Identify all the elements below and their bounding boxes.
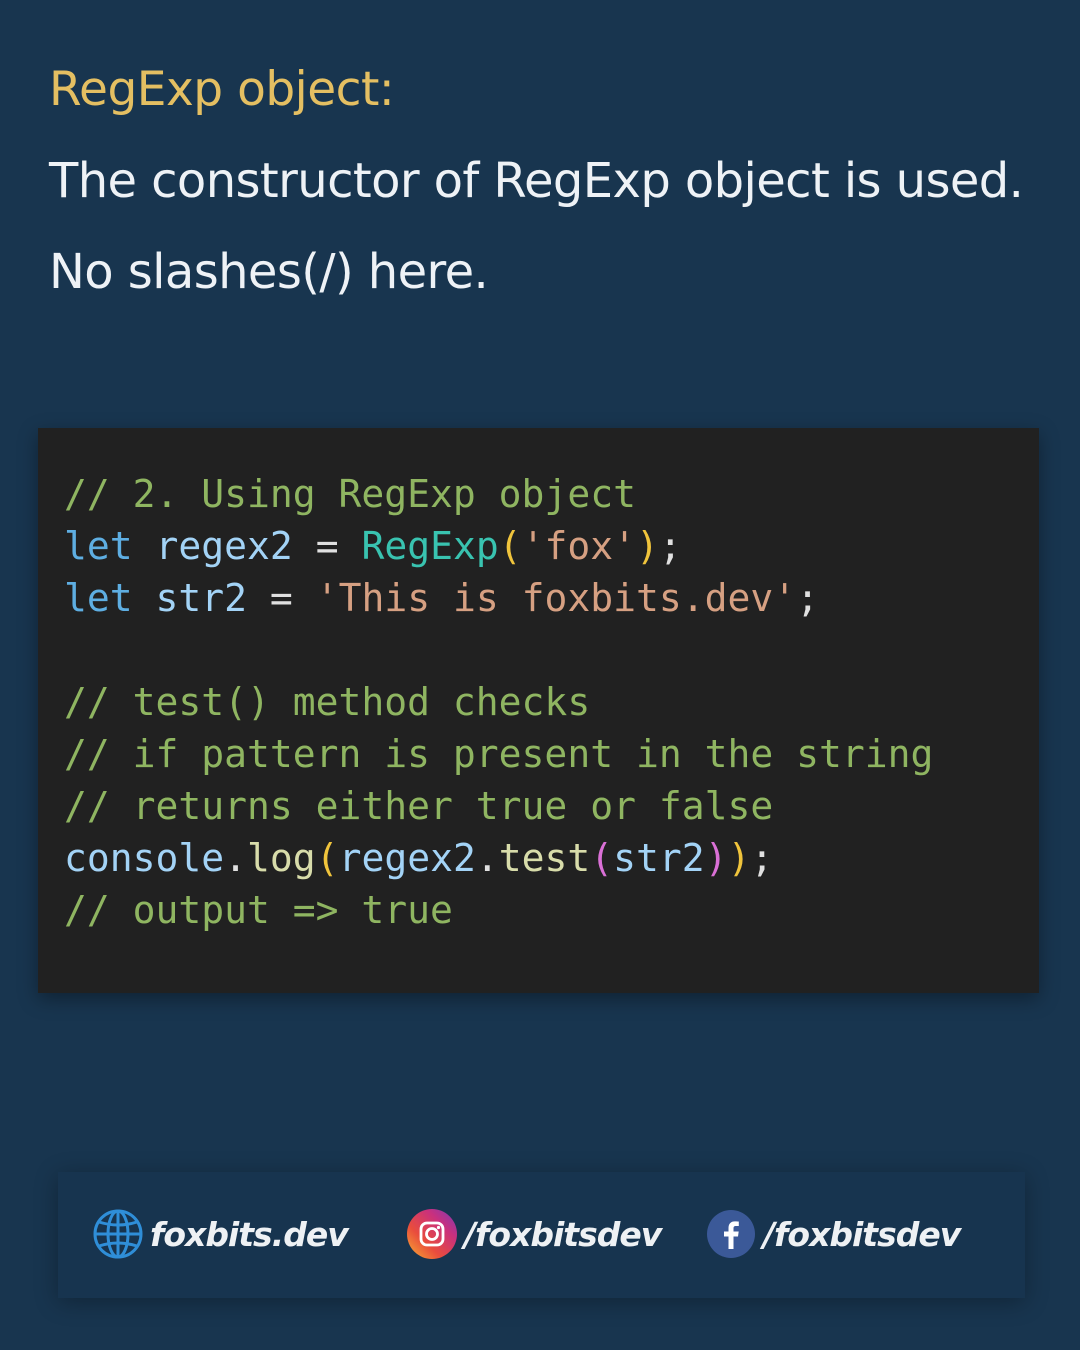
code-line: let regex2 = RegExp('fox'); xyxy=(64,520,933,572)
code-token: // 2. Using RegExp object xyxy=(64,472,636,516)
code-token: ; xyxy=(750,836,774,880)
code-token: str2 xyxy=(155,576,248,620)
instagram-label: /foxbitsdev xyxy=(464,1214,662,1254)
code-token: str2 xyxy=(613,836,705,880)
code-token: . xyxy=(475,836,499,880)
globe-icon xyxy=(93,1209,143,1259)
facebook-icon xyxy=(707,1210,755,1258)
code-token: ) xyxy=(704,836,728,880)
code-token: test xyxy=(498,836,591,880)
footer-bar: foxbits.dev /foxbitsdev /foxbitsdev xyxy=(58,1172,1025,1298)
code-token: // if pattern is present in the string xyxy=(64,732,934,776)
code-token: ; xyxy=(658,524,682,568)
code-token: ) xyxy=(636,524,659,568)
description-line: No slashes(/) here. xyxy=(49,244,489,300)
code-line: // returns either true or false xyxy=(64,780,933,832)
code-line: // test() method checks xyxy=(64,676,933,728)
code-token: = xyxy=(247,576,316,620)
facebook-label: /foxbitsdev xyxy=(763,1214,961,1254)
description-line: The constructor of RegExp object is used… xyxy=(49,153,1024,209)
code-token: . xyxy=(224,836,248,880)
facebook-link[interactable]: /foxbitsdev xyxy=(705,1206,961,1262)
code-token: 'This is foxbits.dev' xyxy=(315,576,797,620)
instagram-link[interactable]: /foxbitsdev xyxy=(406,1206,662,1262)
code-token: let xyxy=(64,576,133,620)
code-token: log xyxy=(247,836,316,880)
code-token: // returns either true or false xyxy=(64,784,774,828)
code-token: // output => true xyxy=(64,888,453,932)
code-token: let xyxy=(64,524,133,568)
code-token: // test() method checks xyxy=(64,680,591,724)
code-content: // 2. Using RegExp object let regex2 = Re… xyxy=(64,468,933,936)
website-link[interactable]: foxbits.dev xyxy=(92,1206,349,1262)
page-title: RegExp object: xyxy=(49,62,395,117)
code-line: let str2 = 'This is foxbits.dev'; xyxy=(64,572,933,624)
code-token: ; xyxy=(796,576,820,620)
website-label: foxbits.dev xyxy=(150,1214,349,1254)
code-token: 'fox' xyxy=(521,524,637,568)
code-token: regex2 xyxy=(338,836,476,880)
code-token: ) xyxy=(727,836,751,880)
code-line: // 2. Using RegExp object xyxy=(64,468,933,520)
code-token: regex2 xyxy=(155,524,293,568)
code-token: RegExp xyxy=(361,524,499,568)
instagram-icon xyxy=(407,1209,457,1259)
code-token: ( xyxy=(498,524,522,568)
code-token: ( xyxy=(315,836,339,880)
code-line: console.log(regex2.test(str2)); xyxy=(64,832,933,884)
code-token: console xyxy=(64,836,225,880)
code-line: // output => true xyxy=(64,884,933,936)
code-token: ( xyxy=(590,836,614,880)
code-line: // if pattern is present in the string xyxy=(64,728,933,780)
code-token: = xyxy=(292,524,362,568)
code-block: // 2. Using RegExp object let regex2 = Re… xyxy=(38,428,1039,993)
